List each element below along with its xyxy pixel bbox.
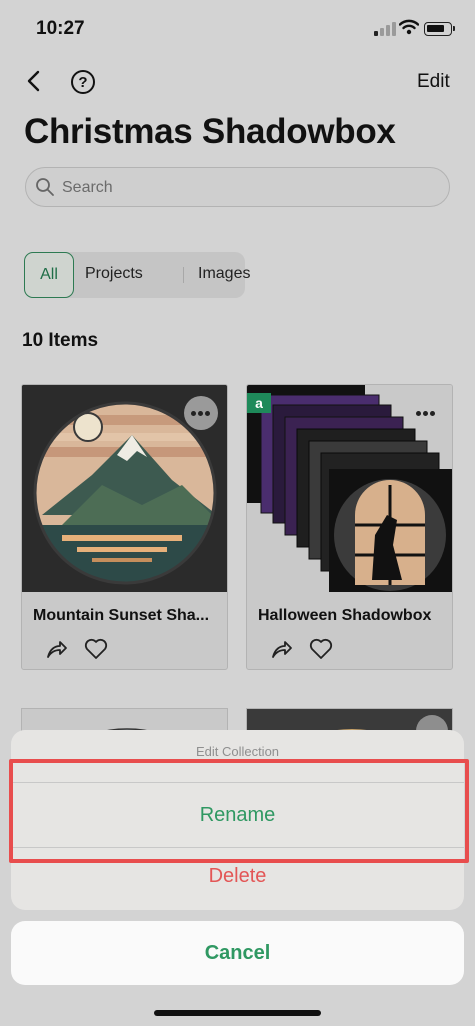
page-title: Christmas Shadowbox — [24, 112, 396, 151]
status-bar: 10:27 — [0, 0, 475, 56]
more-options-icon[interactable] — [184, 396, 218, 430]
wifi-icon — [399, 19, 419, 35]
cancel-button[interactable]: Cancel — [11, 921, 464, 985]
back-chevron-icon[interactable] — [22, 68, 48, 94]
help-icon[interactable]: ? — [71, 70, 95, 94]
filter-projects-tab[interactable]: Projects — [85, 265, 143, 283]
project-name: Mountain Sunset Sha... — [33, 607, 210, 624]
signal-icon — [374, 22, 396, 36]
items-count: 10 Items — [22, 330, 99, 351]
home-indicator[interactable] — [154, 1010, 321, 1016]
share-icon[interactable] — [269, 637, 293, 661]
rename-highlight-box — [9, 759, 469, 863]
premium-badge: a — [247, 393, 271, 413]
filter-segmented-control: All Projects Images — [24, 252, 250, 298]
status-time: 10:27 — [36, 18, 85, 39]
heart-icon[interactable] — [309, 638, 333, 660]
project-name: Halloween Shadowbox — [258, 607, 432, 624]
heart-icon[interactable] — [84, 638, 108, 660]
more-options-icon[interactable] — [409, 396, 443, 430]
action-sheet-header: Edit Collection — [195, 744, 280, 759]
filter-images-tab[interactable]: Images — [198, 265, 250, 283]
search-input[interactable] — [60, 176, 424, 200]
battery-icon — [424, 22, 455, 36]
edit-button[interactable]: Edit — [417, 71, 450, 93]
search-bar[interactable] — [25, 167, 450, 207]
filter-all-tab[interactable]: All — [24, 252, 74, 298]
project-card[interactable]: Mountain Sunset Sha... — [21, 384, 228, 670]
share-icon[interactable] — [44, 637, 68, 661]
search-icon — [36, 178, 54, 196]
project-card[interactable]: a Halloween Shadowbox — [246, 384, 453, 670]
screen: 10:27 ? Edit Christmas Shadowbox All Pro… — [0, 0, 475, 1026]
filter-divider — [183, 267, 184, 283]
